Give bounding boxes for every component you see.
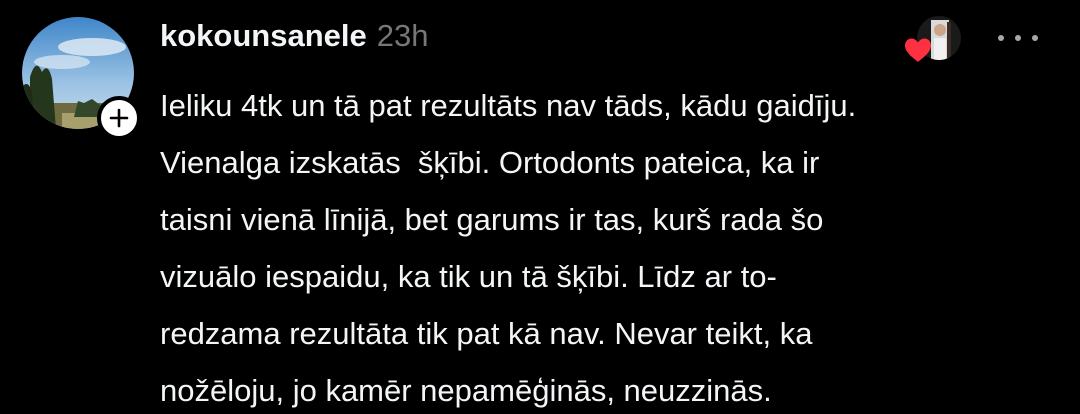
plus-icon — [109, 108, 129, 128]
follow-button[interactable] — [97, 96, 141, 140]
comment-text: Ieliku 4tk un tā pat rezultāts nav tāds,… — [160, 88, 857, 408]
timestamp: 23h — [376, 18, 429, 53]
dot — [1015, 35, 1021, 41]
comment-item: kokounsanele 23h Ieliku 4tk un tā pat re… — [0, 0, 1080, 414]
more-options-icon[interactable] — [998, 26, 1038, 50]
dot — [998, 35, 1004, 41]
heart-icon — [905, 38, 931, 62]
dot — [1032, 35, 1038, 41]
creator-liked-badge — [903, 16, 961, 64]
username-link[interactable]: kokounsanele — [160, 18, 367, 54]
comment-header: kokounsanele 23h — [160, 18, 428, 62]
